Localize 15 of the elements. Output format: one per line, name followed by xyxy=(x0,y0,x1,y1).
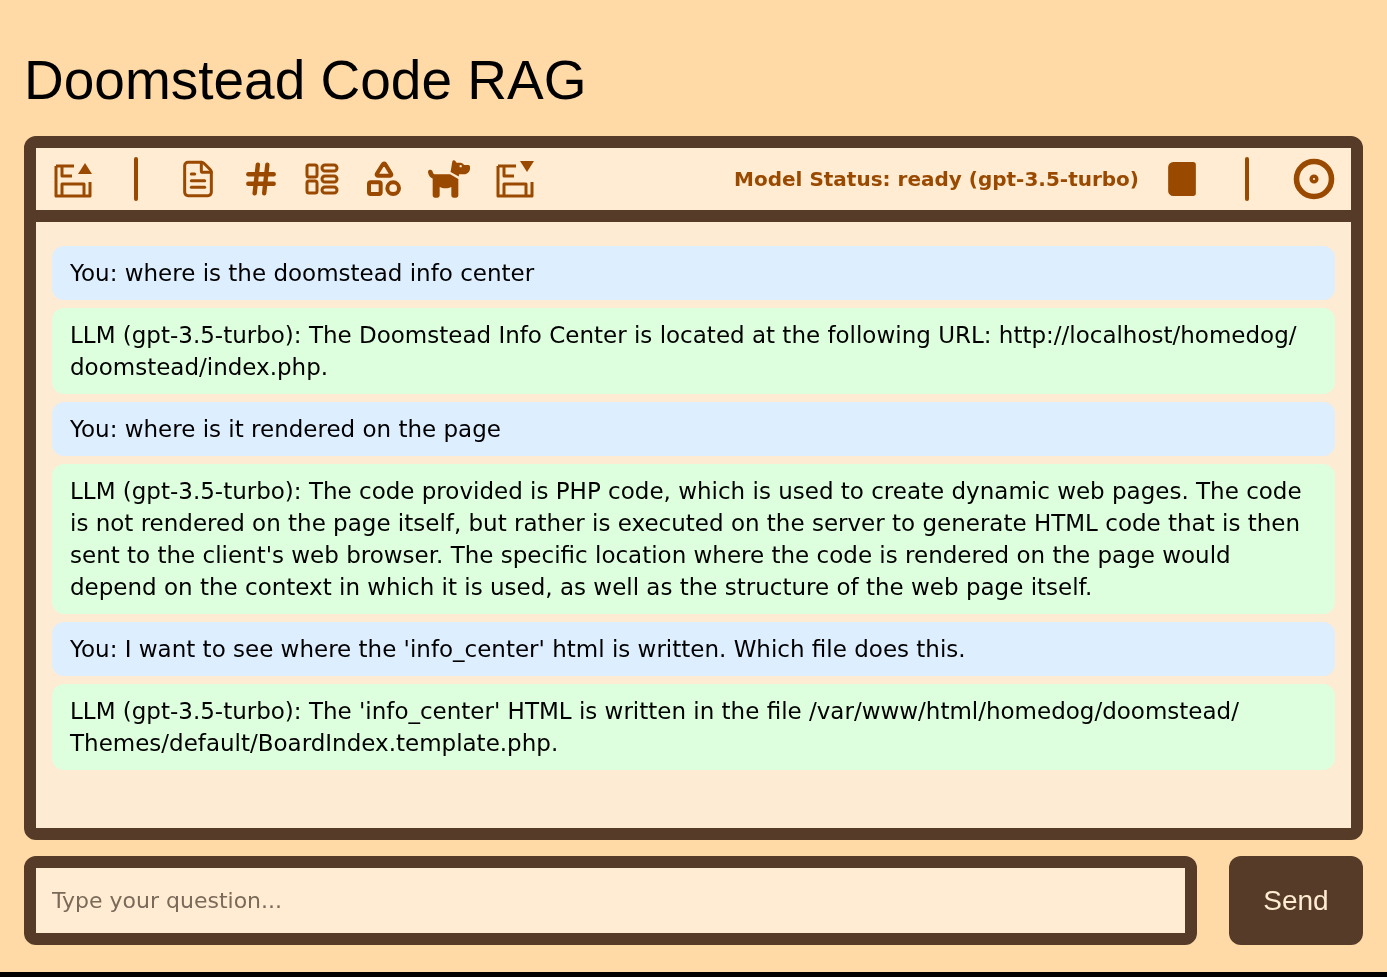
user-message: You: where is the doomstead info center xyxy=(52,246,1335,300)
target-icon[interactable] xyxy=(1293,158,1335,200)
question-field[interactable]: Type your question... xyxy=(24,856,1197,945)
shapes-icon[interactable] xyxy=(364,159,404,199)
grid-icon[interactable] xyxy=(304,161,340,197)
model-status: Model Status: ready (gpt-3.5-turbo) xyxy=(734,166,1139,193)
user-message: You: where is it rendered on the page xyxy=(52,402,1335,456)
assistant-message: LLM (gpt-3.5-turbo): The 'info_center' HTML is written in the file /var/www/html/homedog/doomstead/ Themes/default/BoardIndex.template.php. xyxy=(52,684,1335,770)
user-message: You: I want to see where the 'info_center' html is written. Which file does this. xyxy=(52,622,1335,676)
save-download-icon[interactable] xyxy=(494,158,536,200)
dog-icon[interactable] xyxy=(428,158,470,200)
assistant-message: LLM (gpt-3.5-turbo): The Doomstead Info Center is located at the following URL: http://localhost/homedog/ doomstead/index.php. xyxy=(52,308,1335,394)
send-button[interactable]: Send xyxy=(1229,856,1363,945)
assistant-message: LLM (gpt-3.5-turbo): The code provided is PHP code, which is used to create dynamic web pages. The code is not rendered on the page itself, but rather is executed on the server to generate HTML code that is then sent to the client's web browser. The specific location where the code is rendered on the page would depend on the context in which it is used, as well as the structure of the web page itself. xyxy=(52,464,1335,614)
page-title: Doomstead Code RAG xyxy=(24,48,588,113)
